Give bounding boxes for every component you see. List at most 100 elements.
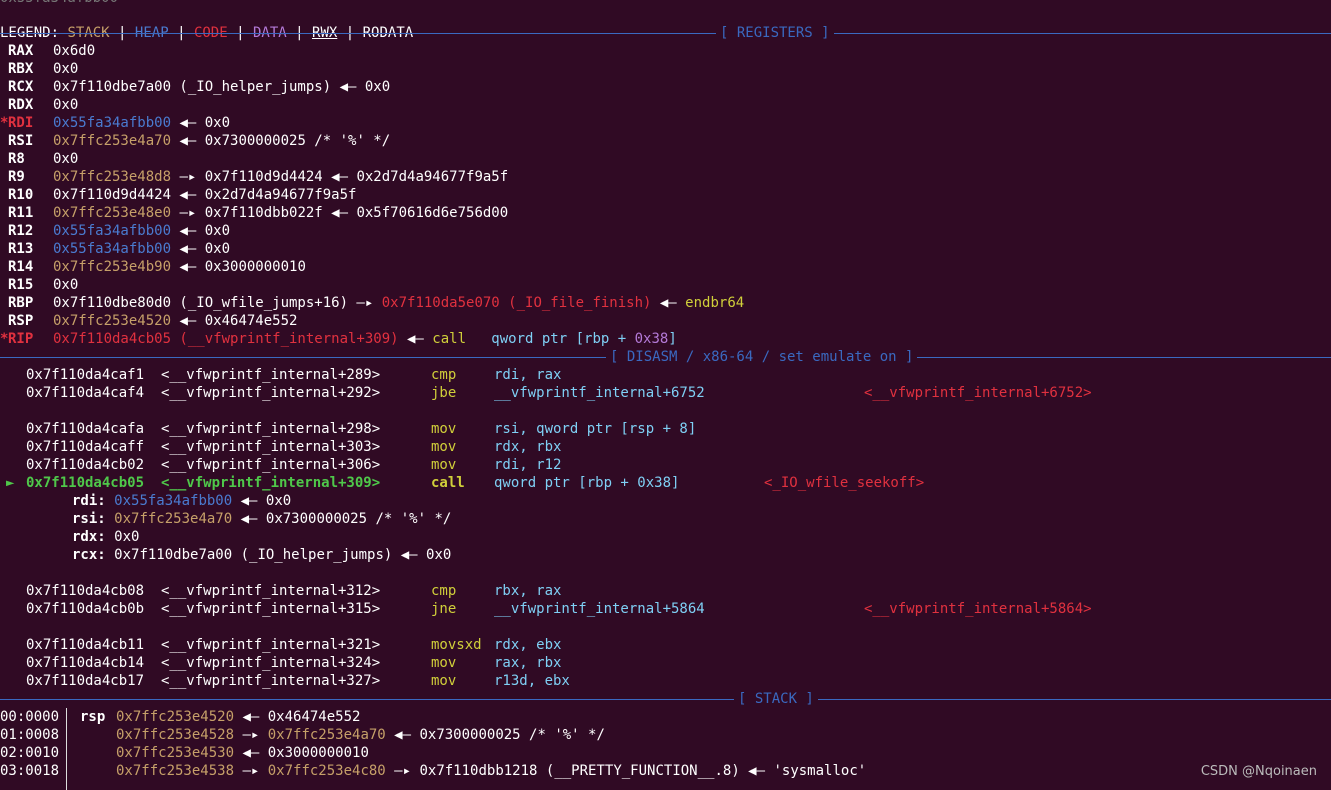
- register-row: R8 0x0: [0, 150, 1331, 168]
- register-value: 0x7ffc253e4b90: [53, 259, 172, 275]
- instruction-mnemonic: jne: [431, 601, 457, 617]
- instruction-address: 0x7f110da4cafa: [26, 421, 145, 437]
- register-name: RAX: [8, 43, 34, 59]
- instruction-address: 0x7f110da4cb02: [26, 457, 145, 473]
- register-value: 0x7ffc253e48e0: [53, 205, 172, 221]
- jump-target: <_IO_wfile_seekoff>: [764, 475, 925, 491]
- register-value: 0x7ffc253e4520: [53, 313, 172, 329]
- instruction-symbol: <__vfwprintf_internal+292>: [161, 385, 381, 401]
- register-deref: —▸ 0x7f110d9d4424 ◀— 0x2d7d4a94677f9a5f: [171, 169, 509, 185]
- register-name: R9: [8, 169, 25, 185]
- register-deref: ◀— 0x0: [171, 241, 231, 257]
- arg-colon: :: [97, 547, 115, 563]
- register-value: 0x7f110dbe80d0 (_IO_wfile_jumps+16) —▸: [53, 295, 382, 311]
- stack-offset: 00:0000: [0, 709, 60, 725]
- instruction-mnemonic: jbe: [431, 385, 457, 401]
- instruction-mnemonic: cmp: [431, 367, 457, 383]
- arg-name: rdx: [72, 529, 98, 545]
- register-row: *RDI 0x55fa34afbb00 ◀— 0x0: [0, 114, 1331, 132]
- instruction-symbol: <__vfwprintf_internal+312>: [161, 583, 381, 599]
- call-arg-row: rdx: 0x0: [0, 528, 1331, 546]
- register-name: RSI: [8, 133, 34, 149]
- instruction-operands: rdi, rax: [494, 367, 562, 383]
- register-row: R12 0x55fa34afbb00 ◀— 0x0: [0, 222, 1331, 240]
- disasm-row: 0x7f110da4caf4 <__vfwprintf_internal+292>…: [0, 384, 1331, 402]
- register-row: RDX 0x0: [0, 96, 1331, 114]
- register-name: RSP: [8, 313, 34, 329]
- register-row: RSI 0x7ffc253e4a70 ◀— 0x7300000025 /* '%'…: [0, 132, 1331, 150]
- instruction-mnemonic: cmp: [431, 583, 457, 599]
- instruction-address: 0x7f110da4cb05: [26, 475, 145, 491]
- register-value: 0x7ffc253e48d8: [53, 169, 172, 185]
- register-row: RAX 0x6d0: [0, 42, 1331, 60]
- register-value: 0x6d0: [53, 43, 96, 59]
- instruction-symbol: <__vfwprintf_internal+309>: [161, 475, 381, 491]
- stack-address: 0x7ffc253e4530: [116, 745, 235, 761]
- instruction-operands: rdx, rbx: [494, 439, 562, 455]
- arg-value: 0x0: [114, 529, 140, 545]
- stack-deref: ◀— 0x7300000025 /* '%' */: [385, 727, 605, 743]
- instruction-operands: rdi, r12: [494, 457, 562, 473]
- stack-arrow: —▸: [234, 763, 268, 779]
- disasm-row: 0x7f110da4cafa <__vfwprintf_internal+298>…: [0, 420, 1331, 438]
- register-name: R12: [8, 223, 34, 239]
- instruction-address: 0x7f110da4cb0b: [26, 601, 145, 617]
- instruction-operands: rax, rbx: [494, 655, 562, 671]
- register-name: RBP: [8, 295, 34, 311]
- current-instruction-arrow-icon: ►: [6, 475, 15, 491]
- instruction-mnemonic: mov: [431, 421, 457, 437]
- instruction-mnemonic: mov: [431, 457, 457, 473]
- register-name: R10: [8, 187, 34, 203]
- instruction-operands: rbx, rax: [494, 583, 562, 599]
- disasm-row: 0x7f110da4cb17 <__vfwprintf_internal+327>…: [0, 672, 1331, 690]
- register-row: R13 0x55fa34afbb00 ◀— 0x0: [0, 240, 1331, 258]
- register-row-rip: *RIP 0x7f110da4cb05 (__vfwprintf_internal…: [0, 330, 1331, 348]
- instruction-symbol: <__vfwprintf_internal+303>: [161, 439, 381, 455]
- instruction-symbol: <__vfwprintf_internal+321>: [161, 637, 381, 653]
- stack-deref: ◀— 0x46474e552: [234, 709, 361, 725]
- register-name: R14: [8, 259, 34, 275]
- arg-deref: ◀— 0x7300000025 /* '%' */: [232, 511, 452, 527]
- disasm-row: 0x7f110da4cb0b <__vfwprintf_internal+315>…: [0, 600, 1331, 618]
- disasm-row: 0x7f110da4caf1 <__vfwprintf_internal+289>…: [0, 366, 1331, 384]
- instruction-address: 0x7f110da4cb17: [26, 673, 145, 689]
- instruction-operands: rdx, ebx: [494, 637, 562, 653]
- register-value: 0x55fa34afbb00: [53, 115, 172, 131]
- register-value: 0x0: [53, 151, 79, 167]
- instruction-operands: __vfwprintf_internal+5864: [494, 601, 705, 617]
- disasm-row: 0x7f110da4cb14 <__vfwprintf_internal+324>…: [0, 654, 1331, 672]
- legend-line: LEGEND: STACK | HEAP | CODE | DATA | RWX…: [0, 6, 1331, 41]
- register-row: RCX 0x7f110dbe7a00 (_IO_helper_jumps) ◀— …: [0, 78, 1331, 96]
- stack-row: 02:0010 0x7ffc253e4530 ◀— 0x3000000010: [0, 744, 1331, 762]
- disasm-row: 0x7f110da4caff <__vfwprintf_internal+303>…: [0, 438, 1331, 456]
- instruction-address: 0x7f110da4caf1: [26, 367, 145, 383]
- register-name: RDI: [8, 115, 34, 131]
- register-name: R11: [8, 205, 34, 221]
- stack-address: 0x7ffc253e4520: [116, 709, 235, 725]
- instruction-mnemonic: mov: [431, 655, 457, 671]
- register-value: 0x7ffc253e4a70: [53, 133, 172, 149]
- instruction-mnemonic: call: [431, 475, 465, 491]
- stack-offset: 02:0010: [0, 745, 60, 761]
- call-arg-row: rdi: 0x55fa34afbb00 ◀— 0x0: [0, 492, 1331, 510]
- registers-title: [ REGISTERS ]: [716, 24, 834, 42]
- stack-offset: 03:0018: [0, 763, 60, 779]
- disasm-header: [ DISASM / x86-64 / set emulate on ]: [0, 348, 1331, 366]
- register-value: 0x7f110dbe7a00 (_IO_helper_jumps) ◀— 0x0: [53, 79, 391, 95]
- register-arrow: ◀—: [398, 331, 433, 347]
- instruction-symbol: <__vfwprintf_internal+327>: [161, 673, 381, 689]
- stack-row: 03:0018 0x7ffc253e4538 —▸ 0x7ffc253e4c80 …: [0, 762, 1331, 780]
- register-deref: ◀— 0x46474e552: [171, 313, 298, 329]
- register-mnemonic: call: [432, 331, 467, 347]
- registers-header: [ REGISTERS ]: [0, 24, 1331, 42]
- disasm-row: ► 0x7f110da4cb05 <__vfwprintf_internal+309…: [0, 474, 1331, 492]
- register-value: 0x0: [53, 97, 79, 113]
- register-row-rbp: RBP 0x7f110dbe80d0 (_IO_wfile_jumps+16) —…: [0, 294, 1331, 312]
- arg-value: 0x7f110dbe7a00 (_IO_helper_jumps) ◀— 0x0: [114, 547, 452, 563]
- register-operands: qword ptr [rbp +: [466, 331, 635, 347]
- stack-row: 01:0008 0x7ffc253e4528 —▸ 0x7ffc253e4a70 …: [0, 726, 1331, 744]
- register-deref: ◀— 0x7300000025 /* '%' */: [171, 133, 391, 149]
- arg-colon: :: [97, 511, 115, 527]
- stack-register: rsp: [80, 709, 106, 725]
- arg-name: rsi: [72, 511, 98, 527]
